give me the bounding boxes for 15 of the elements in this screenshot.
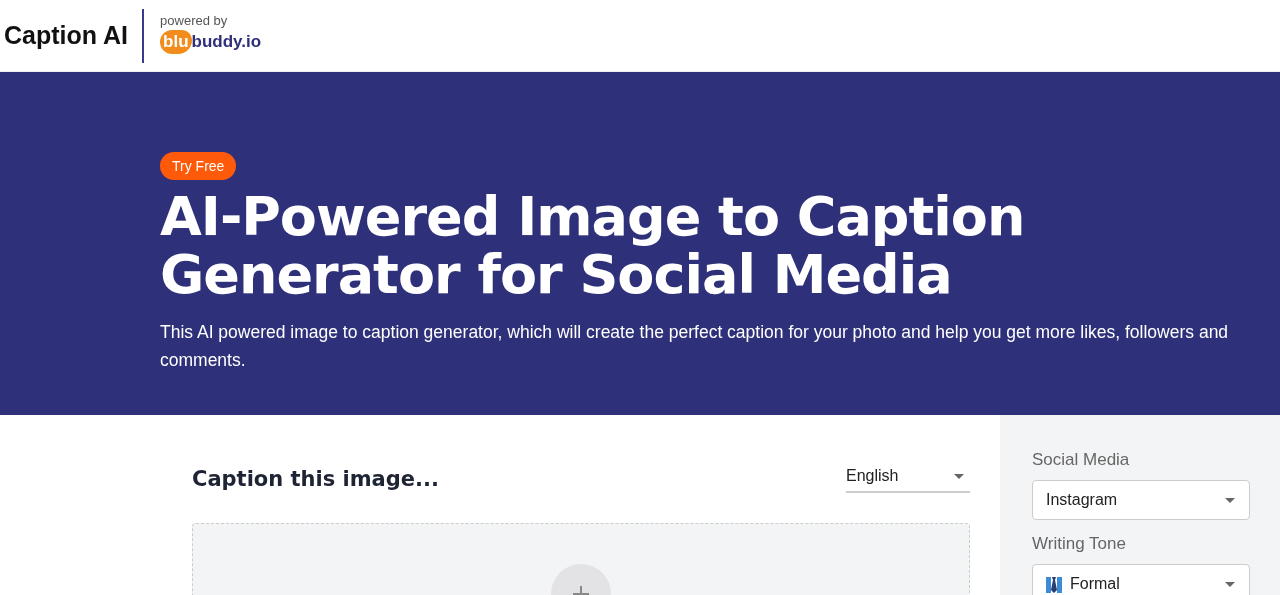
brand-name: Caption AI: [4, 21, 129, 50]
partner-logo[interactable]: blu buddy.io: [160, 30, 262, 54]
hero-description: This AI powered image to caption generator, which will create the perfect caption for your photo and help you get more likes, followers and comments.: [160, 321, 1230, 372]
caret-icon: [954, 473, 964, 479]
field-label: Writing Tone: [1032, 534, 1127, 554]
necktie-icon: [1046, 575, 1062, 593]
caret-icon: [1225, 581, 1235, 587]
dropdown-select[interactable]: Formal: [1032, 564, 1250, 595]
card-title: Caption this image...: [192, 467, 439, 491]
hero-title: AI-Powered Image to Caption Generator for Social Media: [160, 188, 1026, 304]
field-label: Social Media: [1032, 450, 1131, 470]
dropdown-select[interactable]: Instagram: [1032, 480, 1250, 520]
caret-icon: [1225, 497, 1235, 503]
language-select[interactable]: English: [846, 465, 970, 493]
powered-by-label: powered by: [160, 13, 229, 28]
